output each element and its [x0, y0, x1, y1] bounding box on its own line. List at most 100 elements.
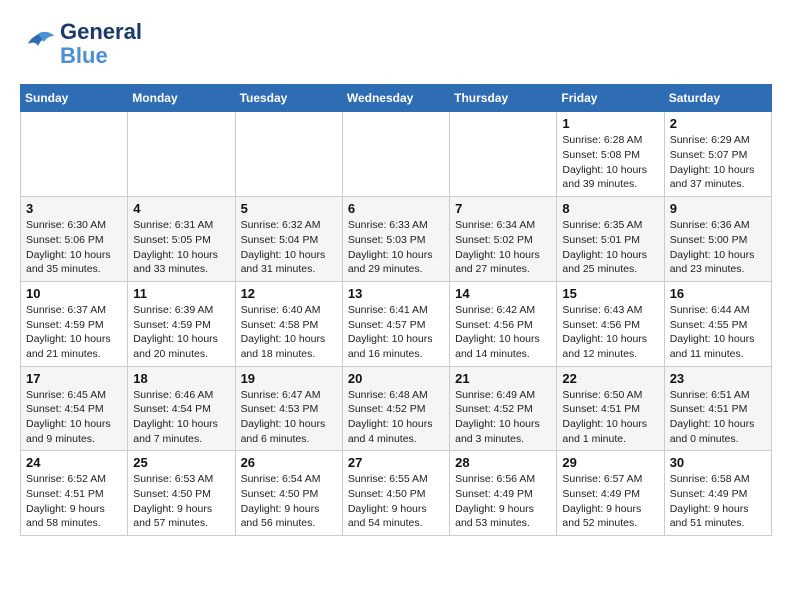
day-info: Sunrise: 6:43 AMSunset: 4:56 PMDaylight:…	[562, 303, 658, 362]
day-number: 7	[455, 201, 551, 216]
day-info: Sunrise: 6:49 AMSunset: 4:52 PMDaylight:…	[455, 388, 551, 447]
day-cell-17: 17 Sunrise: 6:45 AMSunset: 4:54 PMDayligh…	[21, 366, 128, 451]
day-cell-23: 23 Sunrise: 6:51 AMSunset: 4:51 PMDayligh…	[664, 366, 771, 451]
day-info: Sunrise: 6:52 AMSunset: 4:51 PMDaylight:…	[26, 472, 122, 531]
day-info: Sunrise: 6:36 AMSunset: 5:00 PMDaylight:…	[670, 218, 766, 277]
day-number: 16	[670, 286, 766, 301]
day-info: Sunrise: 6:44 AMSunset: 4:55 PMDaylight:…	[670, 303, 766, 362]
day-number: 25	[133, 455, 229, 470]
weekday-header-saturday: Saturday	[664, 85, 771, 112]
day-info: Sunrise: 6:54 AMSunset: 4:50 PMDaylight:…	[241, 472, 337, 531]
day-cell-25: 25 Sunrise: 6:53 AMSunset: 4:50 PMDayligh…	[128, 451, 235, 536]
day-number: 20	[348, 371, 444, 386]
day-info: Sunrise: 6:28 AMSunset: 5:08 PMDaylight:…	[562, 133, 658, 192]
day-cell-26: 26 Sunrise: 6:54 AMSunset: 4:50 PMDayligh…	[235, 451, 342, 536]
day-cell-8: 8 Sunrise: 6:35 AMSunset: 5:01 PMDaylight…	[557, 197, 664, 282]
day-number: 8	[562, 201, 658, 216]
day-cell-30: 30 Sunrise: 6:58 AMSunset: 4:49 PMDayligh…	[664, 451, 771, 536]
day-info: Sunrise: 6:41 AMSunset: 4:57 PMDaylight:…	[348, 303, 444, 362]
day-info: Sunrise: 6:53 AMSunset: 4:50 PMDaylight:…	[133, 472, 229, 531]
day-number: 26	[241, 455, 337, 470]
calendar-table: SundayMondayTuesdayWednesdayThursdayFrid…	[20, 84, 772, 536]
day-cell-24: 24 Sunrise: 6:52 AMSunset: 4:51 PMDayligh…	[21, 451, 128, 536]
day-info: Sunrise: 6:56 AMSunset: 4:49 PMDaylight:…	[455, 472, 551, 531]
day-number: 10	[26, 286, 122, 301]
day-info: Sunrise: 6:46 AMSunset: 4:54 PMDaylight:…	[133, 388, 229, 447]
day-cell-28: 28 Sunrise: 6:56 AMSunset: 4:49 PMDayligh…	[450, 451, 557, 536]
day-cell-7: 7 Sunrise: 6:34 AMSunset: 5:02 PMDaylight…	[450, 197, 557, 282]
day-info: Sunrise: 6:39 AMSunset: 4:59 PMDaylight:…	[133, 303, 229, 362]
day-cell-13: 13 Sunrise: 6:41 AMSunset: 4:57 PMDayligh…	[342, 281, 449, 366]
day-info: Sunrise: 6:51 AMSunset: 4:51 PMDaylight:…	[670, 388, 766, 447]
day-number: 21	[455, 371, 551, 386]
day-cell-19: 19 Sunrise: 6:47 AMSunset: 4:53 PMDayligh…	[235, 366, 342, 451]
day-cell-29: 29Sunrise: 6:57 AMSunset: 4:49 PMDayligh…	[557, 451, 664, 536]
day-number: 6	[348, 201, 444, 216]
day-info: Sunrise: 6:50 AMSunset: 4:51 PMDaylight:…	[562, 388, 658, 447]
logo-text: General Blue	[60, 20, 142, 68]
day-cell-6: 6 Sunrise: 6:33 AMSunset: 5:03 PMDaylight…	[342, 197, 449, 282]
day-number: 30	[670, 455, 766, 470]
day-cell-9: 9 Sunrise: 6:36 AMSunset: 5:00 PMDaylight…	[664, 197, 771, 282]
weekday-header-monday: Monday	[128, 85, 235, 112]
day-cell-12: 12Sunrise: 6:40 AMSunset: 4:58 PMDayligh…	[235, 281, 342, 366]
day-info: Sunrise: 6:47 AMSunset: 4:53 PMDaylight:…	[241, 388, 337, 447]
day-cell-22: 22 Sunrise: 6:50 AMSunset: 4:51 PMDayligh…	[557, 366, 664, 451]
day-number: 18	[133, 371, 229, 386]
day-info: Sunrise: 6:31 AMSunset: 5:05 PMDaylight:…	[133, 218, 229, 277]
day-info: Sunrise: 6:37 AMSunset: 4:59 PMDaylight:…	[26, 303, 122, 362]
day-number: 13	[348, 286, 444, 301]
logo: General Blue	[20, 20, 142, 68]
day-number: 4	[133, 201, 229, 216]
empty-cell	[128, 112, 235, 197]
empty-cell	[450, 112, 557, 197]
day-cell-10: 10 Sunrise: 6:37 AMSunset: 4:59 PMDayligh…	[21, 281, 128, 366]
day-number: 28	[455, 455, 551, 470]
day-info: Sunrise: 6:48 AMSunset: 4:52 PMDaylight:…	[348, 388, 444, 447]
empty-cell	[342, 112, 449, 197]
day-number: 2	[670, 116, 766, 131]
weekday-header-sunday: Sunday	[21, 85, 128, 112]
day-cell-1: 1Sunrise: 6:28 AMSunset: 5:08 PMDaylight…	[557, 112, 664, 197]
day-cell-20: 20 Sunrise: 6:48 AMSunset: 4:52 PMDayligh…	[342, 366, 449, 451]
weekday-header-tuesday: Tuesday	[235, 85, 342, 112]
day-info: Sunrise: 6:57 AMSunset: 4:49 PMDaylight:…	[562, 472, 658, 531]
day-cell-11: 11 Sunrise: 6:39 AMSunset: 4:59 PMDayligh…	[128, 281, 235, 366]
day-number: 11	[133, 286, 229, 301]
weekday-header-thursday: Thursday	[450, 85, 557, 112]
day-cell-4: 4 Sunrise: 6:31 AMSunset: 5:05 PMDaylight…	[128, 197, 235, 282]
day-cell-15: 15 Sunrise: 6:43 AMSunset: 4:56 PMDayligh…	[557, 281, 664, 366]
logo-bird-icon	[20, 28, 56, 60]
day-cell-2: 2 Sunrise: 6:29 AMSunset: 5:07 PMDaylight…	[664, 112, 771, 197]
day-number: 9	[670, 201, 766, 216]
day-number: 24	[26, 455, 122, 470]
day-cell-16: 16 Sunrise: 6:44 AMSunset: 4:55 PMDayligh…	[664, 281, 771, 366]
day-info: Sunrise: 6:35 AMSunset: 5:01 PMDaylight:…	[562, 218, 658, 277]
day-number: 23	[670, 371, 766, 386]
day-number: 22	[562, 371, 658, 386]
weekday-header-wednesday: Wednesday	[342, 85, 449, 112]
page-header: General Blue	[20, 20, 772, 68]
day-number: 17	[26, 371, 122, 386]
day-cell-14: 14 Sunrise: 6:42 AMSunset: 4:56 PMDayligh…	[450, 281, 557, 366]
day-info: Sunrise: 6:30 AMSunset: 5:06 PMDaylight:…	[26, 218, 122, 277]
empty-cell	[235, 112, 342, 197]
day-info: Sunrise: 6:34 AMSunset: 5:02 PMDaylight:…	[455, 218, 551, 277]
day-number: 5	[241, 201, 337, 216]
day-number: 3	[26, 201, 122, 216]
day-number: 15	[562, 286, 658, 301]
day-info: Sunrise: 6:33 AMSunset: 5:03 PMDaylight:…	[348, 218, 444, 277]
day-cell-21: 21 Sunrise: 6:49 AMSunset: 4:52 PMDayligh…	[450, 366, 557, 451]
empty-cell	[21, 112, 128, 197]
day-info: Sunrise: 6:45 AMSunset: 4:54 PMDaylight:…	[26, 388, 122, 447]
day-number: 14	[455, 286, 551, 301]
day-info: Sunrise: 6:58 AMSunset: 4:49 PMDaylight:…	[670, 472, 766, 531]
day-info: Sunrise: 6:40 AMSunset: 4:58 PMDaylight:…	[241, 303, 337, 362]
weekday-header-friday: Friday	[557, 85, 664, 112]
day-info: Sunrise: 6:29 AMSunset: 5:07 PMDaylight:…	[670, 133, 766, 192]
day-cell-3: 3 Sunrise: 6:30 AMSunset: 5:06 PMDaylight…	[21, 197, 128, 282]
day-cell-27: 27Sunrise: 6:55 AMSunset: 4:50 PMDayligh…	[342, 451, 449, 536]
day-info: Sunrise: 6:42 AMSunset: 4:56 PMDaylight:…	[455, 303, 551, 362]
day-cell-18: 18 Sunrise: 6:46 AMSunset: 4:54 PMDayligh…	[128, 366, 235, 451]
day-number: 19	[241, 371, 337, 386]
